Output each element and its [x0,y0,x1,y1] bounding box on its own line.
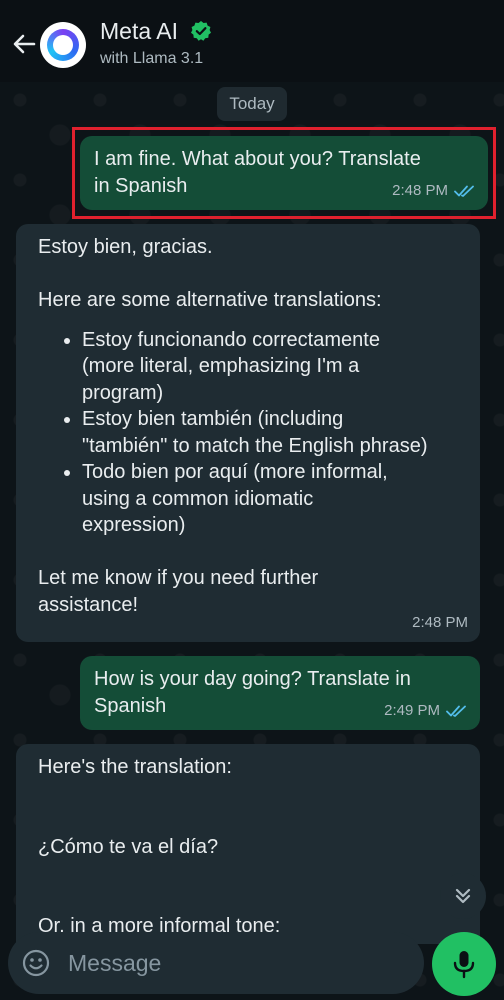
double-chevron-down-icon [455,888,471,904]
message-bubble-incoming[interactable]: Estoy bien, gracias. Here are some alter… [16,224,480,642]
message-time: 2:49 PM [384,701,440,719]
message-meta: 2:49 PM [384,698,468,725]
message-bubble-incoming[interactable]: Here's the translation: ¿Cómo te va el d… [16,744,480,944]
message-bubble-outgoing[interactable]: How is your day going? Translate in Span… [80,656,480,730]
message-time: 2:48 PM [412,613,468,631]
back-arrow-icon[interactable] [8,28,40,60]
date-chip: Today [217,87,287,121]
chat-header: Meta AI with Llama 3.1 [0,0,504,82]
list-item: Estoy funcionando correctamente(more lit… [82,327,458,407]
highlight-box [72,127,496,219]
message-text: Estoy bien, gracias. Here are some alter… [38,234,458,618]
message-input-bar[interactable]: Message [8,932,424,994]
meta-ai-logo-icon[interactable] [40,22,86,68]
chat-title[interactable]: Meta AI [100,18,178,45]
emoji-icon[interactable] [22,949,50,977]
message-input-placeholder[interactable]: Message [68,950,161,977]
double-check-read-icon [446,705,466,717]
chat-subtitle: with Llama 3.1 [100,50,204,67]
list-item: Estoy bien también (including"también" t… [82,406,458,459]
message-meta: 2:48 PM [412,610,468,637]
list-item: Todo bien por aquí (more informal,using … [82,459,458,539]
message-text: Here's the translation: ¿Cómo te va el d… [38,756,281,937]
verified-check-icon [191,21,211,41]
scroll-to-bottom-button[interactable] [440,873,486,919]
microphone-icon [453,951,475,979]
microphone-button[interactable] [432,932,496,996]
translation-list: Estoy funcionando correctamente(more lit… [38,327,458,539]
